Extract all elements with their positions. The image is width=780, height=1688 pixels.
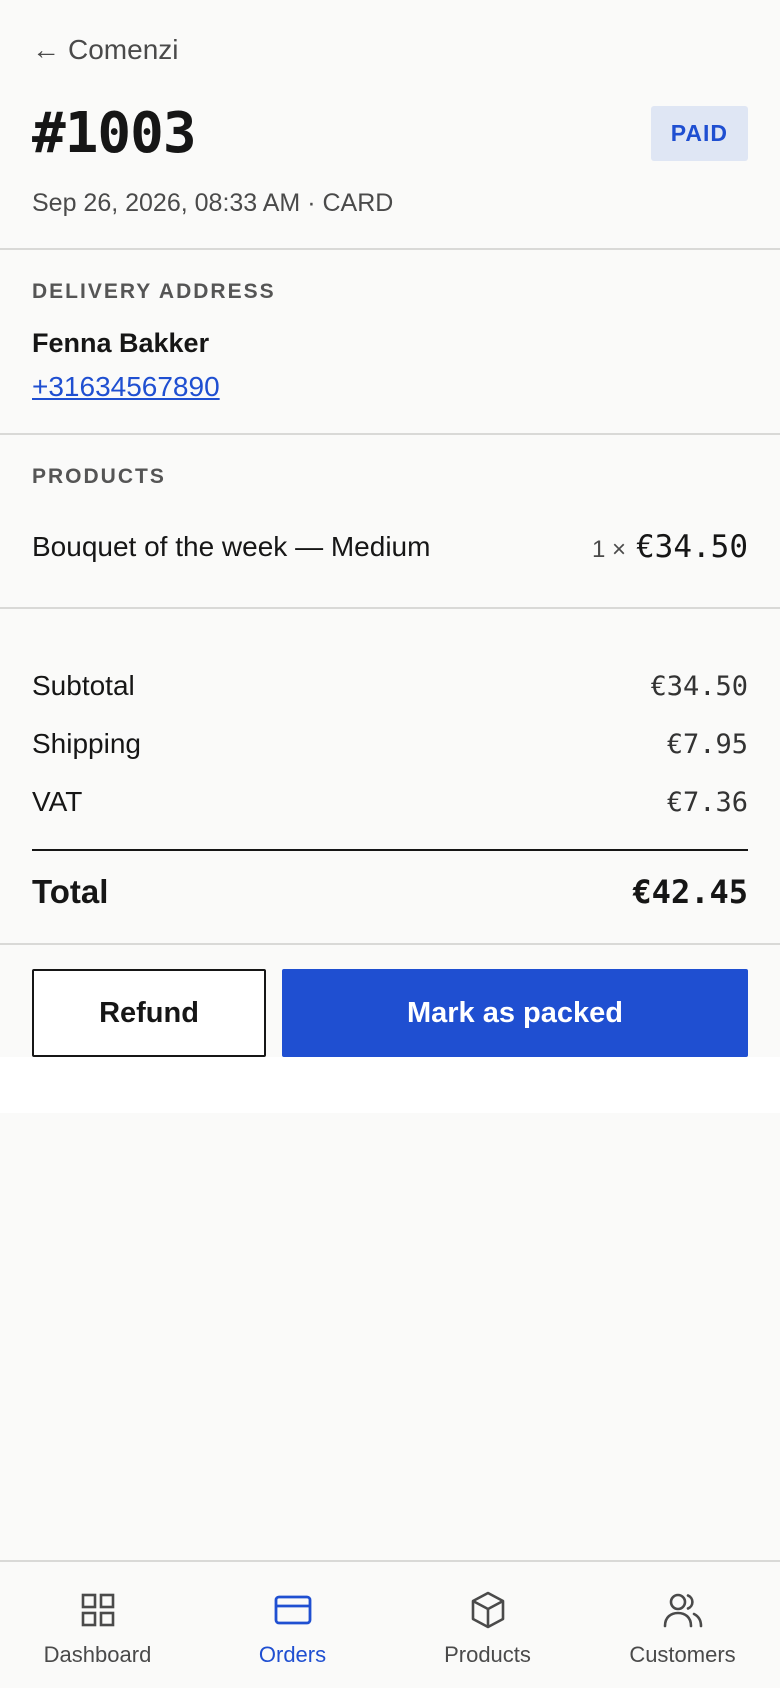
grid-icon [81,1593,114,1627]
products-section: PRODUCTS Bouquet of the week — Medium 1 … [0,435,780,607]
order-summary: Subtotal €34.50 Shipping €7.95 VAT €7.36… [0,609,780,943]
total-row: Total €42.45 [32,873,748,911]
total-label: Total [32,873,109,910]
order-detail-page: ← Comenzi #1003 PAID Sep 26, 2026, 08:33… [0,0,780,1688]
subtotal-value: €34.50 [650,670,748,702]
mark-packed-button[interactable]: Mark as packed [282,969,748,1057]
delivery-section: DELIVERY ADDRESS Fenna Bakker +316345678… [0,250,780,433]
back-link[interactable]: ← Comenzi [32,34,178,66]
order-header: ← Comenzi #1003 PAID Sep 26, 2026, 08:33… [0,0,780,248]
shipping-value: €7.95 [666,728,748,760]
product-name: Bouquet of the week — Medium [32,531,431,562]
refund-button[interactable]: Refund [32,969,266,1057]
title-row: #1003 PAID [32,106,748,162]
order-id: #1003 [32,101,197,166]
section-title: PRODUCTS [32,465,166,488]
phone-link[interactable]: +31634567890 [32,371,220,403]
subtotal-row: Subtotal €34.50 [32,657,748,715]
action-footer-spacer [0,1057,780,1113]
section-title: DELIVERY ADDRESS [32,280,276,303]
back-label: Comenzi [68,34,179,65]
tab-orders[interactable]: Orders [195,1562,390,1688]
shipping-label: Shipping [32,728,141,759]
bottom-tab-bar: Dashboard Orders Products Customers [0,1560,780,1688]
tab-products[interactable]: Products [390,1562,585,1688]
tab-label: Products [444,1642,531,1667]
users-icon [663,1593,702,1628]
tab-label: Dashboard [43,1642,152,1667]
product-price-group: 1 × €34.50 [592,529,748,565]
total-value: €42.45 [632,873,748,911]
subtotal-label: Subtotal [32,670,135,701]
arrow-left-icon: ← [32,34,60,65]
product-qty: 1 × [591,536,627,563]
vat-label: VAT [32,786,83,817]
list-item: Bouquet of the week — Medium 1 × €34.50 [32,529,748,565]
tab-dashboard[interactable]: Dashboard [0,1562,195,1688]
box-icon [471,1591,504,1629]
tab-customers[interactable]: Customers [585,1562,780,1688]
shipping-row: Shipping €7.95 [32,715,748,773]
customer-name: Fenna Bakker [32,328,210,358]
action-bar: Refund Mark as packed [0,945,780,1057]
card-icon [274,1595,311,1625]
total-divider [32,849,748,851]
vat-value: €7.36 [666,786,748,818]
vat-row: VAT €7.36 [32,773,748,831]
product-price: €34.50 [636,529,748,565]
tab-label: Customers [629,1642,736,1667]
status-badge: PAID [650,106,748,161]
order-meta: Sep 26, 2026, 08:33 AM · CARD [32,189,394,217]
tab-label: Orders [258,1642,327,1667]
